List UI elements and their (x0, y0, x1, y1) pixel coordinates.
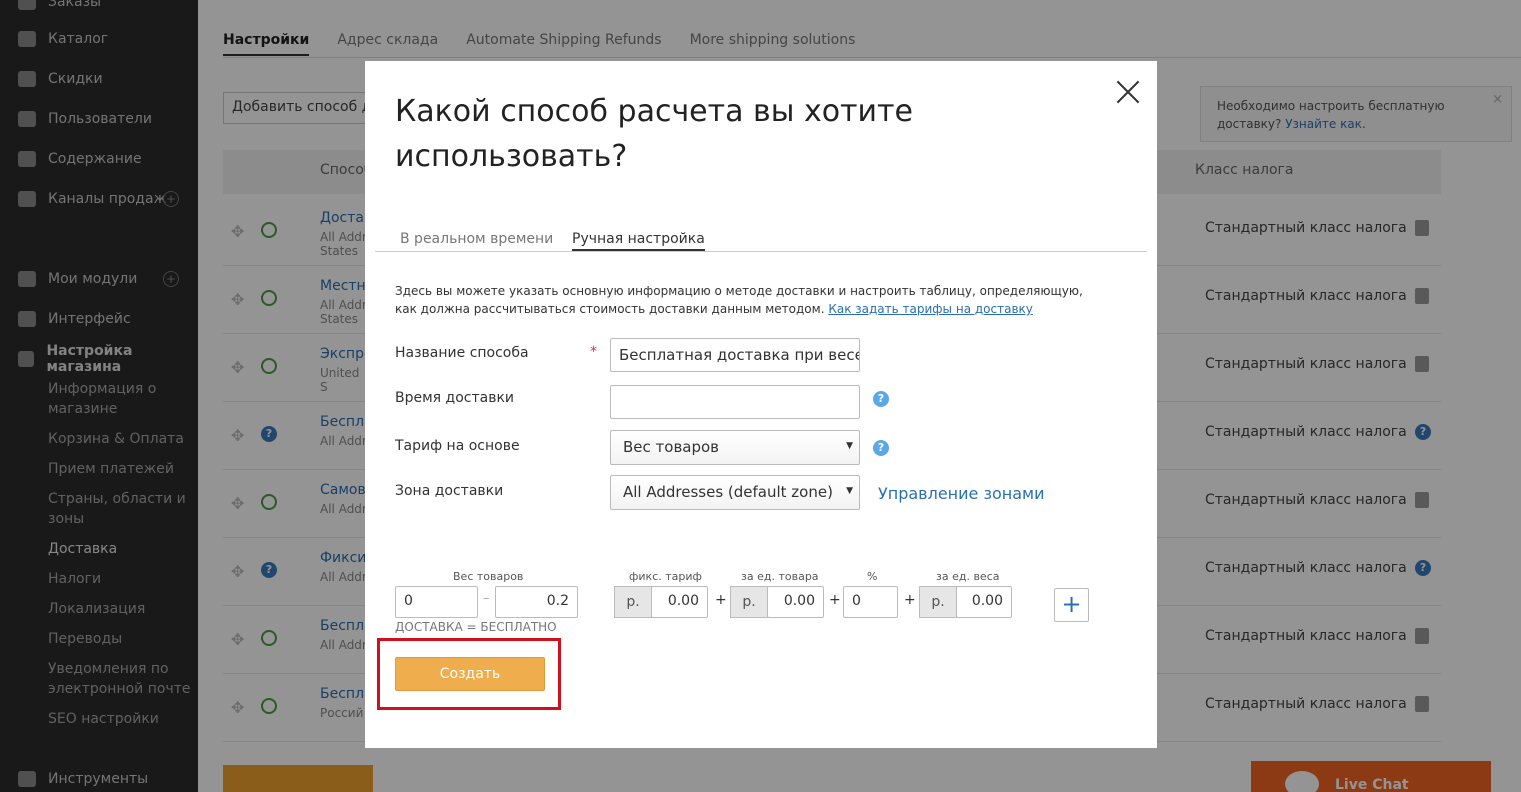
manage-zones-link[interactable]: Управление зонами (878, 484, 1045, 503)
rate-method-dialog: Какой способ расчета вы хотите использов… (365, 61, 1157, 748)
dropdown-arrow-icon: ▼ (846, 486, 853, 496)
fixed-rate-input[interactable]: 0.00 (651, 586, 708, 618)
method-name-input[interactable]: Бесплатная доставка при весе (610, 338, 860, 372)
per-weight-header: за ед. веса (936, 570, 1000, 583)
fixed-rate-header: фикс. тариф (629, 570, 702, 583)
help-icon[interactable]: ? (873, 440, 889, 456)
shipping-zone-label: Зона доставки (395, 483, 504, 499)
per-item-input[interactable]: 0.00 (767, 586, 824, 618)
create-button[interactable]: Создать (395, 657, 545, 691)
method-name-label: Название способа (395, 345, 529, 361)
weight-from-input[interactable]: 0 (395, 586, 478, 618)
dialog-description: Здесь вы можете указать основную информа… (395, 284, 1083, 316)
tab-manual[interactable]: Ручная настройка (572, 231, 705, 251)
free-shipping-note: ДОСТАВКА = БЕСПЛАТНО (395, 620, 557, 634)
currency-prefix: р. (614, 586, 652, 618)
plus-sign: + (715, 592, 727, 608)
dropdown-arrow-icon: ▼ (846, 441, 853, 451)
delivery-time-label: Время доставки (395, 390, 515, 406)
currency-prefix: р. (919, 586, 957, 618)
rate-basis-label: Тариф на основе (395, 438, 520, 454)
add-rate-button[interactable]: + (1054, 588, 1089, 622)
percent-input[interactable]: 0 (843, 586, 898, 618)
tab-realtime[interactable]: В реальном времени (400, 231, 553, 247)
dialog-tabs: В реальном времени Ручная настройка (375, 229, 1147, 252)
dialog-title: Какой способ расчета вы хотите использов… (395, 94, 913, 174)
required-mark: * (590, 344, 597, 360)
currency-prefix: р. (730, 586, 768, 618)
weight-header: Вес товаров (453, 570, 524, 583)
delivery-time-input[interactable] (610, 385, 860, 419)
per-item-header: за ед. товара (741, 570, 819, 583)
rate-basis-select[interactable]: Вес товаров ▼ (610, 430, 860, 465)
weight-to-input[interactable]: 0.2 (495, 586, 578, 618)
per-weight-input[interactable]: 0.00 (956, 586, 1012, 618)
shipping-zone-select[interactable]: All Addresses (default zone) ▼ (610, 475, 860, 510)
range-dash: – (483, 591, 490, 606)
close-icon[interactable] (1115, 79, 1141, 105)
plus-sign: + (904, 592, 916, 608)
plus-sign: + (829, 592, 841, 608)
rates-help-link[interactable]: Как задать тарифы на доставку (828, 302, 1033, 316)
help-icon[interactable]: ? (873, 391, 889, 407)
percent-header: % (867, 570, 878, 583)
